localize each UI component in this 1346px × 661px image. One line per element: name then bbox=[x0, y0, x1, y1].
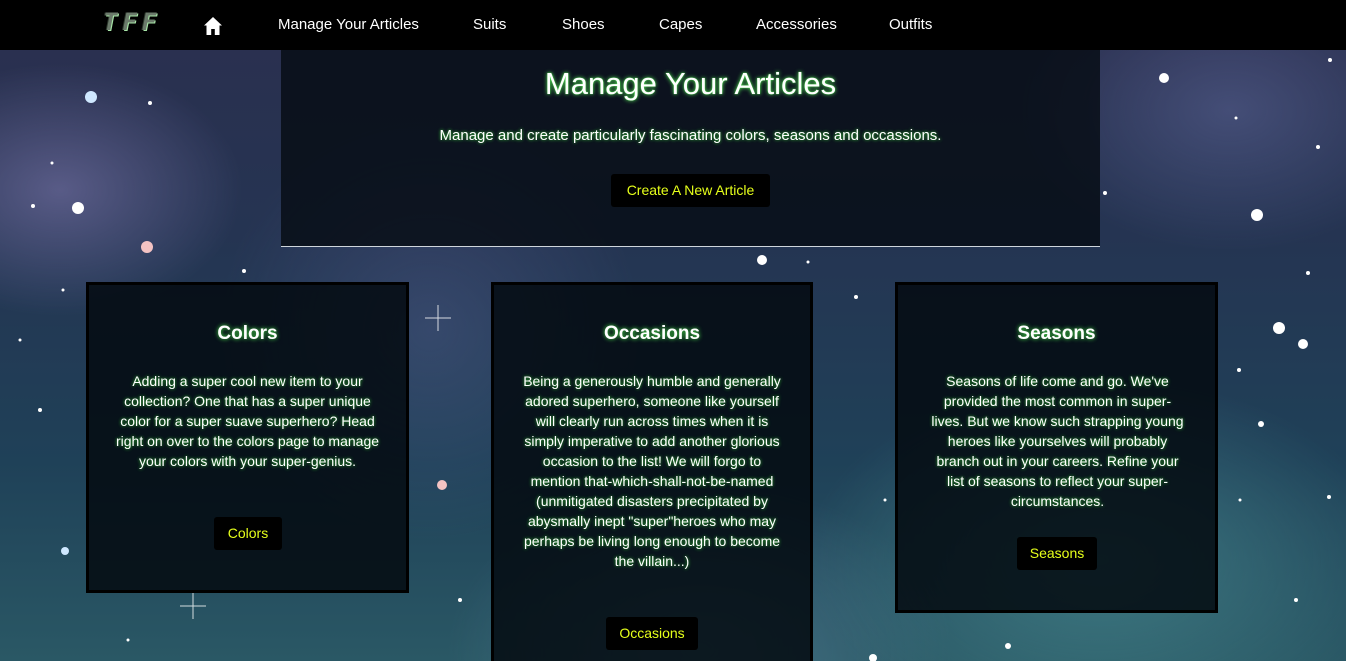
card-description: Adding a super cool new item to your col… bbox=[115, 373, 380, 469]
colors-card: Colors Adding a super cool new item to y… bbox=[86, 282, 409, 593]
card-description: Seasons of life come and go. We've provi… bbox=[931, 373, 1184, 509]
nav-link-capes[interactable]: Capes bbox=[659, 0, 702, 50]
top-navbar: TFF Manage Your Articles Suits Shoes Cap… bbox=[0, 0, 1346, 50]
nav-link-outfits[interactable]: Outfits bbox=[889, 0, 932, 50]
colors-button[interactable]: Colors bbox=[214, 517, 282, 550]
page-title: Manage Your Articles bbox=[544, 66, 837, 101]
site-logo[interactable]: TFF bbox=[103, 8, 161, 36]
seasons-button[interactable]: Seasons bbox=[1017, 537, 1097, 570]
nav-link-shoes[interactable]: Shoes bbox=[562, 0, 605, 50]
page-subtitle: Manage and create particularly fascinati… bbox=[439, 127, 942, 144]
home-icon[interactable] bbox=[203, 16, 223, 36]
occasions-card: Occasions Being a generously humble and … bbox=[491, 282, 813, 661]
card-title: Occasions bbox=[603, 323, 701, 344]
card-title: Colors bbox=[217, 323, 278, 344]
nav-link-manage-articles[interactable]: Manage Your Articles bbox=[278, 0, 419, 50]
nav-link-accessories[interactable]: Accessories bbox=[756, 0, 837, 50]
card-title: Seasons bbox=[1017, 323, 1096, 344]
card-description: Being a generously humble and generally … bbox=[523, 373, 781, 569]
nav-link-suits[interactable]: Suits bbox=[473, 0, 506, 50]
occasions-button[interactable]: Occasions bbox=[606, 617, 698, 650]
page-header-panel: Manage Your Articles Manage and create p… bbox=[281, 50, 1100, 247]
seasons-card: Seasons Seasons of life come and go. We'… bbox=[895, 282, 1218, 613]
create-article-button[interactable]: Create A New Article bbox=[611, 174, 770, 207]
